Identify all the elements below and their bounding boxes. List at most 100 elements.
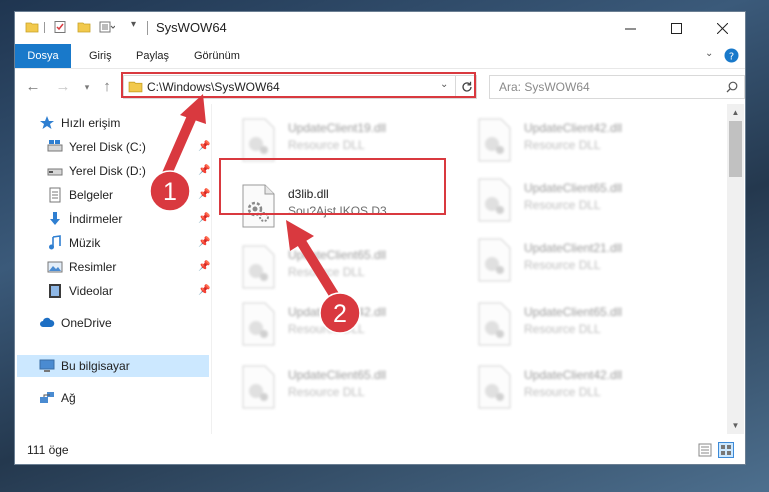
title-separator	[147, 21, 148, 35]
maximize-icon	[670, 22, 682, 34]
search-box[interactable]: Ara: SysWOW64	[489, 75, 745, 99]
file-tile[interactable]: UpdateClient65.dll Resource DLL	[240, 239, 460, 295]
back-button[interactable]: ←	[23, 77, 43, 97]
file-tile[interactable]: UpdateClient65.dll Resource DLL	[476, 172, 696, 228]
sidebar-item-music[interactable]: Müzik	[47, 232, 100, 254]
dll-file-icon	[242, 302, 275, 346]
file-highlight-box	[219, 158, 446, 215]
status-bar: 111 öge	[15, 437, 745, 463]
file-name: UpdateClient65.dll	[524, 305, 623, 319]
search-input[interactable]: Ara: SysWOW64	[499, 80, 590, 94]
pin-icon[interactable]: 📌	[198, 165, 210, 176]
search-icon[interactable]	[726, 81, 738, 93]
dll-file-icon	[478, 302, 511, 346]
file-name: UpdateClient19.dll	[288, 121, 387, 135]
sidebar-item-label: Resimler	[69, 260, 117, 274]
dll-file-icon	[478, 118, 511, 162]
address-highlight-box	[121, 72, 476, 98]
scrollbar-thumb[interactable]	[729, 121, 742, 177]
file-description: Resource DLL	[524, 198, 601, 212]
file-list: UpdateClient19.dll Resource DLL d3lib.dl…	[212, 104, 727, 434]
sidebar-item-local-disk-d[interactable]: Yerel Disk (D:)	[47, 160, 146, 182]
ribbon-tabs: Dosya Giriş Paylaş Görünüm ⌄ ?	[15, 44, 745, 68]
scroll-up-icon[interactable]: ▲	[727, 104, 744, 121]
pin-icon[interactable]: 📌	[198, 213, 210, 224]
arrow-up-icon: ↑	[103, 78, 111, 95]
pin-icon[interactable]: 📌	[198, 141, 210, 152]
large-icons-view-icon[interactable]	[718, 442, 734, 458]
folder-icon[interactable]	[25, 20, 39, 34]
documents-icon	[49, 187, 61, 203]
arrow-left-icon: ←	[25, 78, 41, 95]
music-icon	[49, 235, 61, 250]
sidebar-item-videos[interactable]: Videolar	[47, 280, 113, 302]
close-icon	[716, 22, 728, 34]
minimize-icon	[624, 28, 636, 29]
tab-share[interactable]: Paylaş	[136, 44, 169, 68]
file-tile[interactable]: UpdateClient21.dll Resource DLL	[476, 232, 696, 288]
recent-locations-button[interactable]: ▾	[77, 77, 97, 97]
tab-file[interactable]: Dosya	[15, 44, 71, 68]
dll-file-icon	[242, 365, 275, 409]
sidebar-item-network[interactable]: Ağ	[39, 387, 76, 409]
details-view-icon[interactable]	[698, 443, 712, 457]
file-description: Resource DLL	[524, 385, 601, 399]
up-button[interactable]: ↑	[97, 77, 117, 97]
file-description: Resource DLL	[524, 138, 601, 152]
pin-icon[interactable]: 📌	[198, 189, 210, 200]
sidebar-item-onedrive[interactable]: OneDrive	[39, 312, 112, 334]
videos-icon	[49, 284, 61, 298]
sidebar-item-label: Bu bilgisayar	[61, 359, 130, 373]
pin-icon[interactable]: 📌	[198, 237, 210, 248]
file-description: Resource DLL	[288, 265, 365, 279]
close-button[interactable]	[699, 12, 745, 44]
file-tile[interactable]: UpdateClient65.dll Resource DLL	[476, 296, 696, 352]
sidebar-item-local-disk-c[interactable]: Yerel Disk (C:)	[47, 136, 146, 158]
file-tile[interactable]: UpdateClient65.dll Resource DLL	[240, 359, 460, 415]
properties-icon[interactable]	[53, 20, 67, 34]
chevron-down-icon: ▾	[84, 82, 90, 92]
sidebar-item-quick-access[interactable]: Hızlı erişim	[39, 112, 120, 134]
network-icon	[40, 392, 54, 403]
dll-file-icon	[242, 245, 275, 289]
file-description: Resource DLL	[524, 322, 601, 336]
computer-icon	[39, 359, 55, 372]
sidebar-item-label: Yerel Disk (D:)	[69, 164, 146, 178]
file-tile[interactable]: UpdateClient42.dll Resource DLL	[476, 359, 696, 415]
file-tile[interactable]: UpdateClient42.dll Resource DLL	[476, 112, 696, 168]
ribbon-expand-icon[interactable]: ⌄	[705, 48, 713, 59]
dll-file-icon	[478, 365, 511, 409]
file-tile[interactable]: UpdateClient42.dll Resource DLL	[240, 296, 460, 352]
help-icon[interactable]: ?	[724, 48, 739, 63]
drive-icon	[47, 168, 63, 176]
file-name: UpdateClient42.dll	[288, 305, 387, 319]
sidebar-item-downloads[interactable]: İndirmeler	[47, 208, 122, 230]
tab-view[interactable]: Görünüm	[194, 44, 240, 68]
sidebar-item-pictures[interactable]: Resimler	[47, 256, 116, 278]
new-folder-icon[interactable]	[77, 20, 91, 34]
scroll-down-icon[interactable]: ▼	[727, 417, 744, 434]
explorer-window: ▾ SysWOW64 Dosya Giriş Paylaş Görünüm ⌄ …	[15, 12, 745, 464]
qa-dropdown-icon[interactable]: ▾	[131, 19, 136, 30]
sidebar-item-label: Müzik	[69, 236, 101, 250]
minimize-button[interactable]	[607, 12, 653, 44]
customize-toolbar-icon[interactable]	[99, 20, 115, 34]
sidebar-item-this-pc[interactable]: Bu bilgisayar	[39, 355, 130, 377]
cloud-icon	[40, 317, 55, 327]
download-icon	[50, 212, 60, 225]
pin-icon[interactable]: 📌	[198, 285, 210, 296]
tab-home[interactable]: Giriş	[89, 44, 112, 68]
file-name: UpdateClient42.dll	[524, 121, 623, 135]
forward-button[interactable]: →	[53, 77, 73, 97]
file-description: Resource DLL	[288, 138, 365, 152]
pin-icon[interactable]: 📌	[198, 261, 210, 272]
file-name: UpdateClient21.dll	[524, 241, 623, 255]
file-name: UpdateClient65.dll	[524, 181, 623, 195]
sidebar-item-documents[interactable]: Belgeler	[47, 184, 113, 206]
vertical-scrollbar[interactable]: ▲ ▼	[727, 104, 744, 434]
item-count: 111 öge	[27, 443, 69, 457]
window-title: SysWOW64	[156, 20, 227, 35]
dll-file-icon	[478, 178, 511, 222]
maximize-button[interactable]	[653, 12, 699, 44]
navigation-bar: ← → ▾ ↑ C:\Windows\SysWOW64 ⌄ Ara: SysWO…	[15, 68, 745, 105]
